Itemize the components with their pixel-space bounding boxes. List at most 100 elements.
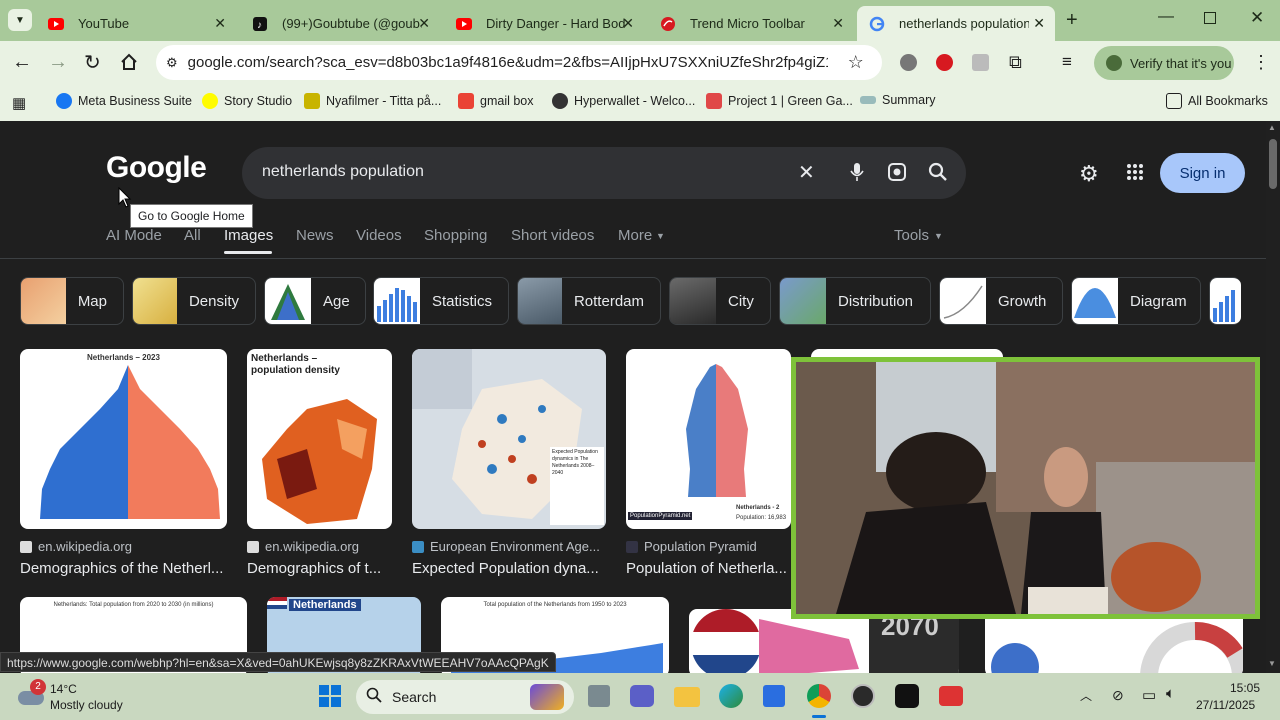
close-icon[interactable]: ✕ (622, 15, 634, 32)
lens-icon[interactable] (887, 162, 907, 187)
extension-icon-3[interactable] (972, 54, 989, 71)
result-caption[interactable]: Population of Netherla... (626, 560, 791, 577)
verify-button[interactable]: Verify that it's you (1094, 46, 1234, 80)
sign-in-button[interactable]: Sign in (1160, 153, 1245, 193)
file-explorer-icon[interactable] (674, 687, 700, 707)
chip-growth[interactable]: Growth (939, 277, 1063, 325)
bookmark-meta[interactable]: Meta Business Suite (56, 93, 192, 109)
close-icon[interactable]: ✕ (832, 15, 844, 32)
tab-tiktok[interactable]: ♪ (99+)Goubtube (@goub… ✕ (240, 6, 440, 41)
site-info-icon[interactable]: ⚙ (166, 55, 178, 71)
task-view-icon[interactable] (588, 685, 610, 707)
result-caption[interactable]: Demographics of t... (247, 560, 392, 577)
chip-city[interactable]: City (669, 277, 771, 325)
tab-images[interactable]: Images (224, 227, 273, 244)
bookmark-summary[interactable]: Summary (860, 93, 935, 107)
result-image[interactable]: Netherlands – population density (247, 349, 392, 529)
result-caption[interactable]: Expected Population dyna... (412, 560, 606, 577)
minimize-button[interactable]: — (1158, 8, 1174, 26)
close-window-button[interactable]: ✕ (1250, 8, 1264, 28)
all-bookmarks[interactable]: All Bookmarks (1166, 93, 1268, 109)
result-image[interactable]: Expected Population dynamics in The Neth… (412, 349, 606, 529)
chrome-icon[interactable] (807, 684, 831, 708)
bookmark-hyperwallet[interactable]: Hyperwallet - Welco... (552, 93, 695, 109)
taskbar-search[interactable]: Search (356, 680, 574, 714)
scrollbar-down-arrow[interactable]: ▼ (1268, 659, 1276, 668)
chip-partial[interactable] (1209, 277, 1241, 325)
tab-google-search[interactable]: netherlands population ✕ (857, 6, 1055, 41)
capcut-icon[interactable] (895, 684, 919, 708)
bookmark-nyafilmer[interactable]: Nyafilmer - Titta på... (304, 93, 441, 109)
media-control-icon[interactable]: ≡ (1062, 52, 1072, 72)
result-card[interactable]: Netherlands – population density en.wiki… (247, 349, 392, 577)
apps-grid-icon[interactable]: ▦ (12, 94, 26, 112)
tab-all[interactable]: All (184, 227, 201, 244)
clear-icon[interactable]: ✕ (798, 160, 815, 185)
microphone-icon[interactable] (850, 162, 864, 187)
store-icon[interactable] (763, 685, 785, 707)
tab-ai-mode[interactable]: AI Mode (106, 227, 162, 244)
bookmark-project[interactable]: Project 1 | Green Ga... (706, 93, 853, 109)
close-icon[interactable]: ✕ (418, 15, 430, 32)
bookmark-star-icon[interactable]: ☆ (848, 52, 864, 73)
bookmark-story-studio[interactable]: Story Studio (202, 93, 292, 109)
back-button[interactable]: ← (12, 51, 32, 74)
edge-icon[interactable] (719, 684, 743, 708)
tab-shopping[interactable]: Shopping (424, 227, 487, 244)
teams-icon[interactable] (630, 685, 654, 707)
network-off-icon[interactable]: ⊘ (1112, 687, 1124, 704)
chip-distribution[interactable]: Distribution (779, 277, 931, 325)
tab-news[interactable]: News (296, 227, 334, 244)
new-tab-button[interactable]: + (1066, 9, 1078, 32)
chip-density[interactable]: Density (132, 277, 256, 325)
result-card[interactable]: Netherlands – 2023 en.wikipedia.org Demo… (20, 349, 227, 577)
tools-button[interactable]: Tools (894, 227, 929, 244)
google-logo[interactable]: Google (106, 151, 207, 185)
chip-diagram[interactable]: Diagram (1071, 277, 1201, 325)
search-input[interactable]: netherlands population (262, 163, 424, 181)
forward-button[interactable]: → (48, 51, 68, 74)
weather-widget[interactable]: 2 14°C Mostly cloudy (16, 679, 156, 715)
search-icon[interactable] (928, 162, 948, 187)
result-image[interactable]: Netherlands – 2023 (20, 349, 227, 529)
extension-icon-1[interactable] (900, 54, 917, 71)
tab-trend-micro[interactable]: Trend Micro Toolbar ✕ (648, 6, 854, 41)
result-caption[interactable]: Demographics of the Netherl... (20, 560, 227, 577)
scrollbar-track[interactable] (1266, 121, 1280, 673)
tab-youtube[interactable]: YouTube ✕ (36, 6, 236, 41)
result-card[interactable]: Netherlands - 2 Population: 16,983 Popul… (626, 349, 791, 577)
extensions-puzzle-icon[interactable]: ⧉ (1009, 52, 1022, 73)
scrollbar-thumb[interactable] (1269, 139, 1277, 189)
clock-time[interactable]: 15:05 (1230, 681, 1260, 695)
obs-icon[interactable] (851, 684, 875, 708)
tab-search-dropdown[interactable]: ▼ (8, 9, 32, 31)
chip-rotterdam[interactable]: Rotterdam (517, 277, 661, 325)
close-icon[interactable]: ✕ (1033, 15, 1045, 32)
result-image[interactable]: Netherlands - 2 Population: 16,983 Popul… (626, 349, 791, 529)
tab-short-videos[interactable]: Short videos (511, 227, 594, 244)
windows-start-icon[interactable] (319, 685, 341, 712)
network-icon[interactable]: ▭ (1142, 686, 1156, 704)
extension-icon-2[interactable] (936, 54, 953, 71)
menu-icon[interactable]: ⋮ (1252, 52, 1270, 73)
clock-date[interactable]: 27/11/2025 (1196, 698, 1255, 712)
settings-gear-icon[interactable]: ⚙ (1079, 161, 1099, 187)
bookmark-gmail[interactable]: gmail box (458, 93, 534, 109)
tab-more[interactable]: More (618, 227, 652, 244)
chip-statistics[interactable]: Statistics (373, 277, 509, 325)
app-icon-red[interactable] (939, 686, 963, 706)
chevron-up-icon[interactable]: ︿ (1080, 687, 1092, 704)
scrollbar-up-arrow[interactable]: ▲ (1268, 123, 1276, 132)
tab-youtube-2[interactable]: Dirty Danger - Hard Bod… ✕ (444, 6, 644, 41)
maximize-button[interactable] (1204, 12, 1216, 24)
volume-icon[interactable]: 🔈︎ (1166, 685, 1175, 702)
chip-age[interactable]: Age (264, 277, 366, 325)
tab-videos[interactable]: Videos (356, 227, 402, 244)
reload-button[interactable]: ↻ (84, 50, 101, 75)
apps-grid-icon[interactable] (1126, 163, 1144, 186)
close-icon[interactable]: ✕ (214, 15, 226, 32)
home-button[interactable] (120, 53, 138, 76)
chip-map[interactable]: Map (20, 277, 124, 325)
address-bar[interactable]: ⚙ google.com/search?sca_esv=d8b03bc1a9f4… (156, 45, 882, 80)
result-card[interactable]: Expected Population dynamics in The Neth… (412, 349, 606, 577)
